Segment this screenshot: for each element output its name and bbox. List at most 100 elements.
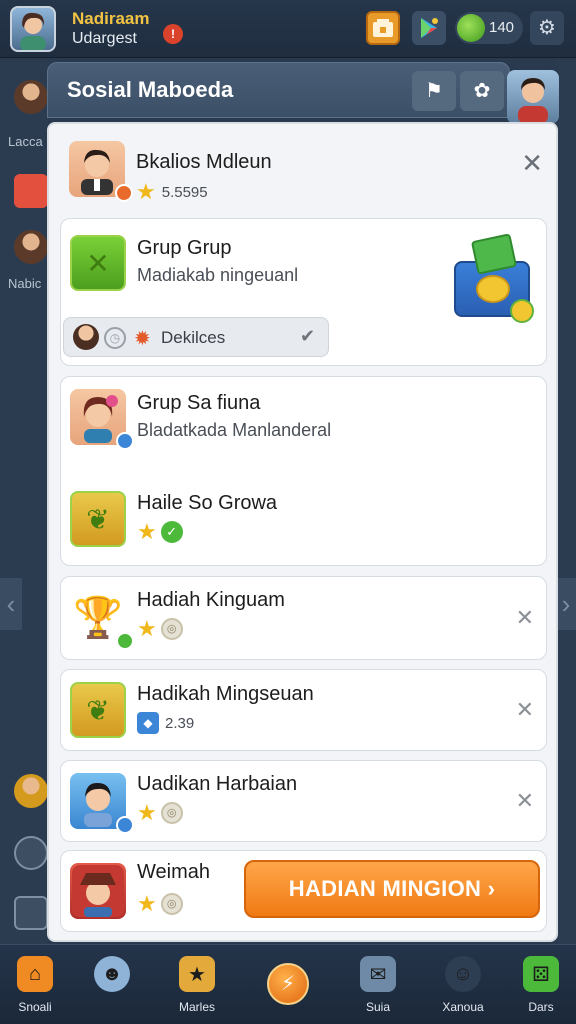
player-name: Nadiraam [72,9,150,28]
right-panel-edge [558,60,576,960]
top-bar: Nadiraam Udargest ! 140 ⚙ [0,0,576,58]
gem-token-icon: ◆ [137,712,159,734]
dismiss-icon[interactable]: ✕ [516,788,534,814]
star-icon: ★ [137,616,157,641]
market-icon: ★ [179,956,215,992]
nav-social[interactable]: ✉ Suia [343,956,413,1020]
meta-value: 2.39 [165,714,195,732]
rank-badge-icon [115,184,133,202]
star-icon: ★ [137,891,157,916]
dismiss-icon[interactable]: ✕ [516,697,534,723]
nav-label: Xanoua [442,1000,484,1014]
token-icon: ◎ [160,893,183,915]
decline-pill[interactable]: ◷ ✹ Dekilces ✔ [63,317,329,357]
close-icon[interactable]: ✕ [521,148,543,179]
card-meta: ★ ◎ [137,618,183,640]
card-subtitle: Madiakab ningeuanl [137,265,299,285]
modal-header: Sosial Maboeda ⚑ ✿ [47,62,510,118]
badge-icon [116,632,134,650]
friend-label: Nabic [8,276,42,291]
token-icon: ◎ [160,618,183,640]
reward-card[interactable]: Weimah ★ ◎ HADIAN MINGION › [60,850,547,932]
dice-icon: ⚄ [523,956,559,992]
profile-row[interactable]: Bkalios Mdleun ★ 5.5595 ✕ [60,134,547,208]
card-title: Weimah [137,861,210,883]
card-title: Bkalios Mdleun [136,151,272,173]
lightning-action-icon[interactable]: ⚡ [267,963,309,1005]
group-card[interactable]: ✕ Grup Grup Madiakab ningeuanl ◷ ✹ Dekil… [60,218,547,366]
settings-gear-icon[interactable]: ⚙ [530,11,564,45]
card-meta: ★ ✓ [137,521,183,543]
card-title: Grup Grup [137,237,232,259]
reward-card[interactable]: ❦ Hadikah Mingseuan ◆ 2.39 ✕ [60,669,547,751]
dismiss-icon[interactable]: ✕ [516,605,534,631]
member-avatar [73,324,99,350]
scroll-left-arrow[interactable]: ‹ [0,578,22,630]
flag-icon[interactable]: ⚑ [412,71,456,111]
card-meta: ★ ◎ [137,802,183,824]
nav-home[interactable]: ⌂ Snoali [0,956,70,1020]
gift-bag-icon: ❦ [70,682,126,738]
card-title: Grup Sa fiuna [137,392,261,414]
reward-chest-icon [452,233,534,323]
claim-reward-button[interactable]: HADIAN MINGION › [244,860,540,918]
card-title: Hadiah Kinguam [137,589,285,611]
card-meta: ★ 5.5595 [136,181,208,203]
card-subtitle: Bladatkada Manlanderal [137,420,332,440]
check-token-icon: ✓ [160,521,183,543]
reward-card[interactable]: Uadikan Harbaian ★ ◎ ✕ [60,760,547,842]
character-icon: ☻ [94,956,130,992]
friend-label: Lacca [8,134,43,149]
modal-title: Sosial Maboeda [67,77,234,102]
house-icon[interactable] [14,174,48,208]
currency-value: 140 [489,19,515,36]
nav-dice[interactable]: ⚄ Dars [506,956,576,1020]
pill-label: Dekilces [161,328,226,347]
profile-icon: ☺ [445,956,481,992]
clover-coin-icon [457,14,485,42]
check-icon[interactable]: ✔ [300,326,315,347]
token-icon: ◎ [160,802,183,824]
star-icon: ★ [137,519,157,544]
settings-icon[interactable]: ✿ [460,71,504,111]
nav-character[interactable]: ☻ [77,956,147,1020]
social-modal: Bkalios Mdleun ★ 5.5595 ✕ ✕ Grup Grup Ma… [47,122,558,942]
friend-avatar[interactable] [14,80,48,114]
nav-label: Dars [528,1000,554,1014]
nav-market[interactable]: ★ Marles [162,956,232,1020]
card-title: Hadikah Mingseuan [137,683,314,705]
nav-label: Marles [178,1000,215,1014]
gem-icon: ✹ [134,328,151,350]
nav-label: Snoali [18,1000,52,1014]
friend-avatar[interactable] [14,774,48,808]
nav-profile[interactable]: ☺ Xanoua [428,956,498,1020]
score-value: 5.5595 [161,183,208,201]
card-title: Uadikan Harbaian [137,773,298,795]
player-avatar[interactable] [10,6,56,52]
hat-portrait-icon [70,863,126,919]
reward-card[interactable]: 🏆 Hadiah Kinguam ★ ◎ ✕ [60,576,547,660]
group-card[interactable]: Grup Sa fiuna Bladatkada Manlanderal ❦ H… [60,376,547,566]
notification-badge[interactable]: ! [163,24,183,44]
card-meta: ★ ◎ [137,893,183,915]
home-icon[interactable] [14,896,48,930]
profile-avatar[interactable] [507,70,559,124]
star-icon: ★ [136,179,156,204]
card-title-secondary: Haile So Growa [137,492,278,514]
currency-counter[interactable]: 140 [455,12,523,44]
play-store-icon[interactable] [412,11,446,45]
clock-icon: ◷ [104,327,126,349]
badge-icon [116,432,134,450]
nav-label: Suia [365,1000,391,1014]
friend-avatar[interactable] [14,230,48,264]
player-subtitle: Udargest [72,30,137,47]
shop-icon[interactable] [366,11,400,45]
chat-icon: ✉ [360,956,396,992]
headset-icon[interactable] [14,836,48,870]
home-icon: ⌂ [17,956,53,992]
star-icon: ★ [137,800,157,825]
scroll-right-arrow[interactable]: › [556,578,576,630]
friends-sidebar: Lacca Nabic [0,60,48,960]
card-meta: ◆ 2.39 [137,712,194,734]
gift-bag-icon: ❦ [70,491,126,547]
